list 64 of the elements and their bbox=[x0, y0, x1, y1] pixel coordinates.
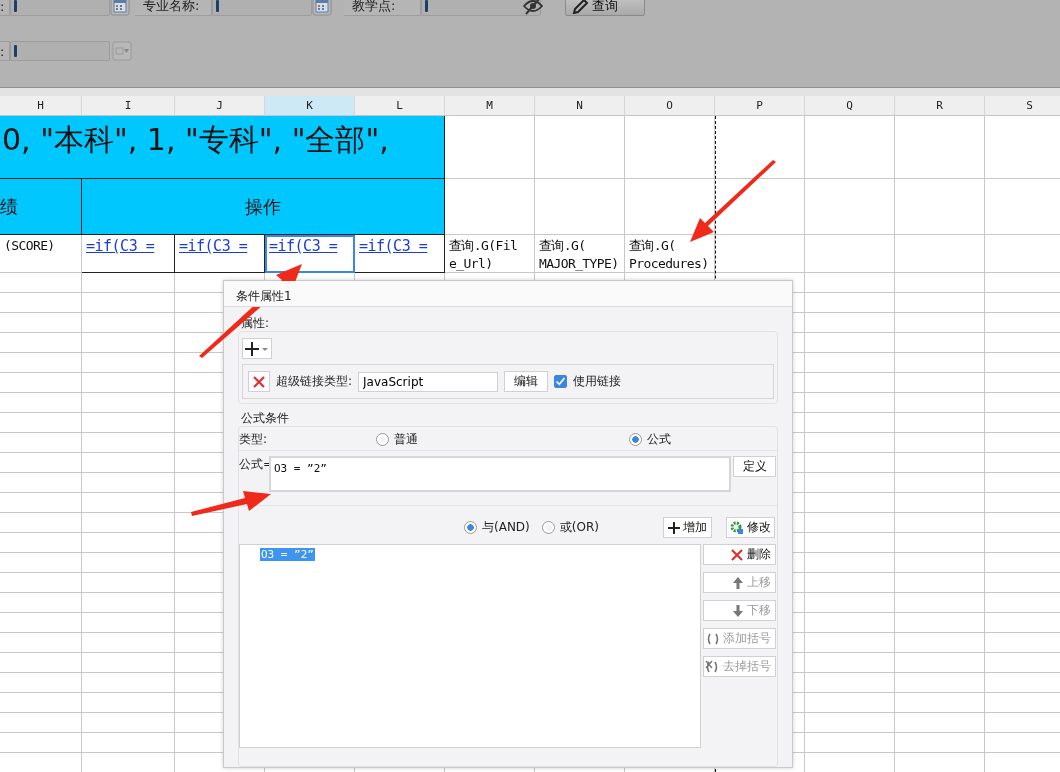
column-header[interactable]: L bbox=[355, 96, 445, 116]
column-header[interactable]: H bbox=[0, 96, 82, 116]
remove-button[interactable] bbox=[248, 371, 270, 392]
cell-text: =if(C3 = bbox=[268, 236, 338, 255]
calendar-icon[interactable] bbox=[312, 0, 332, 16]
field-label: : bbox=[0, 0, 10, 16]
gear-icon bbox=[729, 520, 744, 535]
input-field[interactable] bbox=[212, 0, 312, 16]
modify-button[interactable]: 修改 bbox=[725, 517, 775, 538]
table-cell: 操作 bbox=[82, 179, 445, 235]
cell-text: 查询.G( Procedures) bbox=[628, 237, 709, 272]
cell-text: =if(C3 = bbox=[178, 236, 248, 255]
checkbox[interactable] bbox=[554, 375, 568, 388]
add-button[interactable]: 增加 bbox=[662, 517, 712, 538]
action-button[interactable]: 删除 bbox=[703, 544, 776, 565]
column-header[interactable]: K bbox=[265, 96, 355, 116]
close-icon bbox=[252, 374, 266, 389]
group-title: 公式条件 bbox=[240, 410, 289, 426]
radio-option[interactable]: 普通 bbox=[376, 431, 629, 448]
calendar-icon[interactable] bbox=[110, 0, 130, 16]
link-type-field[interactable]: JavaScript bbox=[358, 371, 499, 392]
column-header[interactable]: Q bbox=[805, 96, 895, 116]
radio-option[interactable]: 与(AND) bbox=[464, 519, 530, 536]
plus-icon bbox=[667, 521, 680, 534]
table-cell: 绩 bbox=[0, 179, 82, 235]
plus-icon bbox=[244, 340, 270, 357]
column-header[interactable]: N bbox=[535, 96, 625, 116]
cell-text: (SCORE) bbox=[3, 237, 55, 255]
column-header[interactable]: P bbox=[715, 96, 805, 116]
field-label: 超级链接类型: bbox=[276, 373, 353, 390]
add-dropdown-button[interactable] bbox=[242, 338, 272, 359]
close-icon bbox=[730, 547, 744, 562]
arrow-up-icon bbox=[732, 575, 744, 590]
radio-option[interactable]: 或(OR) bbox=[541, 519, 599, 536]
column-header[interactable]: O bbox=[625, 96, 715, 116]
formula-field[interactable]: O3 = ”2” bbox=[269, 456, 731, 492]
checkbox-label: 使用链接 bbox=[573, 373, 622, 390]
cell-text: 查询.G(Fil e_Url) bbox=[448, 237, 518, 272]
input-field[interactable] bbox=[10, 41, 110, 61]
column-header[interactable]: M bbox=[445, 96, 535, 116]
column-header[interactable]: I bbox=[82, 96, 175, 116]
query-button[interactable]: 查询 bbox=[565, 0, 645, 16]
field-label: 专业名称: bbox=[135, 0, 212, 16]
dialog-title: 条件属性1 bbox=[224, 281, 792, 307]
column-header[interactable]: J bbox=[175, 96, 265, 116]
input-field[interactable] bbox=[421, 0, 541, 16]
pencil-icon bbox=[572, 0, 590, 14]
cell-text: 查询.G( MAJOR_TYPE) bbox=[538, 237, 619, 272]
define-button[interactable]: 定义 bbox=[733, 456, 776, 477]
radio-option[interactable]: 公式 bbox=[629, 431, 671, 448]
column-header[interactable]: S bbox=[985, 96, 1060, 116]
brackets-icon bbox=[706, 631, 720, 646]
field-label: 类型: bbox=[239, 431, 269, 448]
edit-button[interactable]: 编辑 bbox=[504, 371, 549, 392]
field-label: 教学点: bbox=[344, 0, 421, 16]
eye-slash-icon[interactable] bbox=[521, 0, 545, 16]
brackets-remove-icon bbox=[704, 659, 720, 674]
input-field[interactable] bbox=[10, 0, 110, 16]
column-header[interactable]: R bbox=[895, 96, 985, 116]
cell-text: =if(C3 = bbox=[358, 236, 428, 255]
table-cell: 0, "本科", 1, "专科", "全部", bbox=[0, 116, 445, 179]
field-label: : bbox=[0, 41, 10, 61]
cell-text: =if(C3 = bbox=[85, 236, 155, 255]
arrow-down-icon bbox=[732, 603, 744, 618]
